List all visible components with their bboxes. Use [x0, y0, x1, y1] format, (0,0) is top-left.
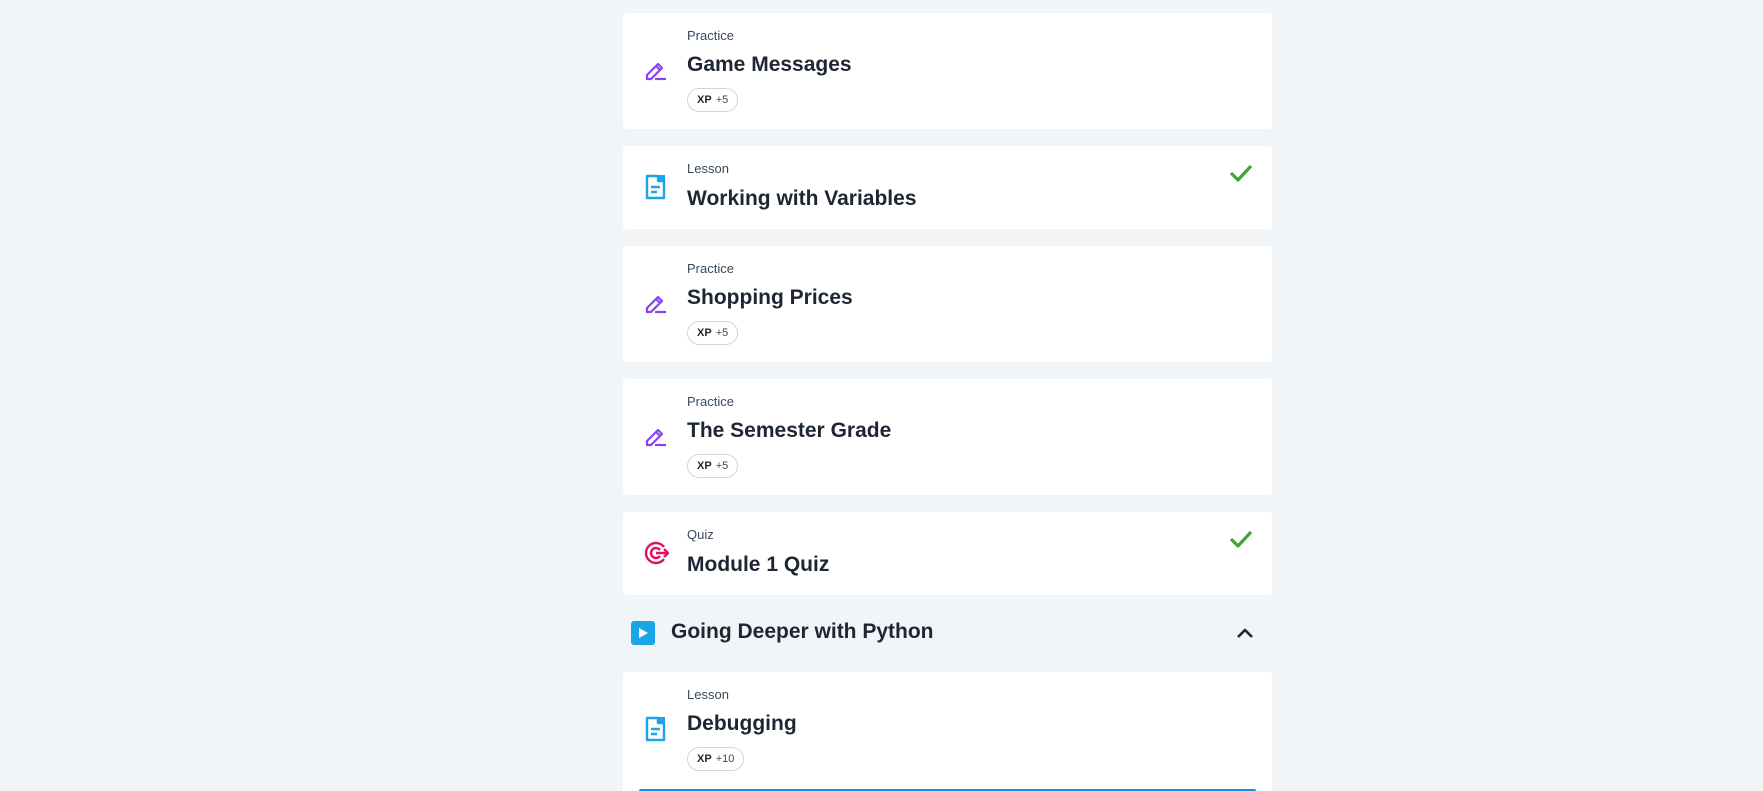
section-header-going-deeper[interactable]: Going Deeper with Python	[623, 608, 1272, 658]
item-type-label: Lesson	[687, 161, 729, 176]
xp-badge: XP +5	[687, 88, 739, 112]
item-type-label: Practice	[687, 28, 734, 43]
checkmark-icon	[1228, 526, 1254, 552]
item-title: Module 1 Quiz	[687, 553, 830, 576]
section-title: Going Deeper with Python	[671, 620, 934, 643]
item-type-label: Quiz	[687, 527, 714, 542]
document-icon	[641, 172, 671, 202]
item-type-label: Lesson	[687, 687, 729, 702]
item-type-label: Practice	[687, 261, 734, 276]
pencil-icon	[641, 421, 671, 451]
item-title: The Semester Grade	[687, 419, 892, 442]
play-icon	[631, 621, 655, 645]
item-title: Shopping Prices	[687, 286, 853, 309]
pencil-icon	[641, 288, 671, 318]
chevron-up-icon[interactable]	[1234, 622, 1256, 644]
practice-card-the-semester-grade[interactable]: Practice The Semester Grade XP +5	[623, 379, 1272, 495]
target-icon	[641, 538, 671, 568]
lesson-card-debugging[interactable]: Lesson Debugging XP +10	[623, 672, 1272, 791]
quiz-card-module-1-quiz[interactable]: Quiz Module 1 Quiz	[623, 512, 1272, 595]
item-type-label: Practice	[687, 394, 734, 409]
xp-badge: XP +5	[687, 321, 739, 345]
practice-card-shopping-prices[interactable]: Practice Shopping Prices XP +5	[623, 246, 1272, 362]
xp-badge: XP +5	[687, 454, 739, 478]
xp-badge: XP +10	[687, 747, 745, 771]
practice-card-game-messages[interactable]: Practice Game Messages XP +5	[623, 13, 1272, 129]
item-title: Game Messages	[687, 53, 852, 76]
document-icon	[641, 714, 671, 744]
pencil-icon	[641, 55, 671, 85]
lesson-card-working-with-variables[interactable]: Lesson Working with Variables	[623, 146, 1272, 229]
item-title: Working with Variables	[687, 187, 917, 210]
checkmark-icon	[1228, 160, 1254, 186]
item-title: Debugging	[687, 712, 797, 735]
